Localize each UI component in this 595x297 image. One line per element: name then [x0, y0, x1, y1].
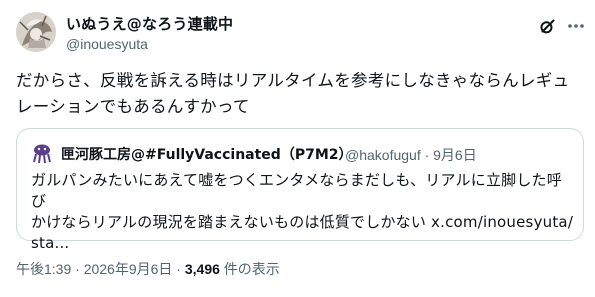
quoted-text-segment: かけならリアルの現況を踏まえないものは低質でしかない: [31, 213, 432, 231]
author-avatar[interactable]: [16, 12, 56, 52]
tweet-card: いぬうえ@なろう連載中 @inouesyuta だからさ、反戦を訴える時はリアル…: [0, 0, 595, 297]
tweet-text-line: レーションでもあるんすかって: [16, 97, 250, 116]
tweet-meta: 午後1:39 · 2026年9月6日 · 3,496 件の表示: [16, 259, 280, 279]
quoted-author-name[interactable]: 匣河豚工房@#FullyVaccinated（P7M2）: [61, 144, 353, 164]
quoted-author-handle[interactable]: @hakofuguf · 9月6日: [345, 145, 477, 165]
timestamp[interactable]: 午後1:39 · 2026年9月6日 ·: [16, 261, 185, 277]
quoted-tweet[interactable]: 匣河豚工房@#FullyVaccinated（P7M2） @hakofuguf …: [16, 128, 584, 252]
quoted-author-avatar[interactable]: [31, 142, 53, 164]
quoted-tweet-text: ガルパンみたいにあえて嘘をつくエンタメならまだしも、リアルに立脚した呼び かけな…: [31, 170, 576, 254]
quoted-text-line: かけならリアルの現況を踏まえないものは低質でしかない x.com/inouesy…: [31, 212, 576, 233]
tweet-text-line: だからさ、反戦を訴える時はリアルタイムを参考にしなきゃならんレギュ: [16, 71, 570, 90]
more-options-icon[interactable]: [566, 18, 586, 34]
quoted-text-line: ガルパンみたいにあえて嘘をつくエンタメならまだしも、リアルに立脚した呼び: [31, 171, 562, 210]
quoted-text-line: sta...: [31, 234, 70, 252]
author-display-name[interactable]: いぬうえ@なろう連載中: [66, 13, 233, 34]
quoted-link[interactable]: x.com/inouesyuta/: [431, 213, 573, 231]
grok-icon[interactable]: [538, 16, 558, 36]
author-handle[interactable]: @inouesyuta: [66, 36, 148, 52]
view-count: 3,496: [184, 261, 220, 277]
view-count-label: 件の表示: [219, 261, 280, 277]
tweet-text: だからさ、反戦を訴える時はリアルタイムを参考にしなきゃならんレギュ レーションで…: [16, 68, 586, 120]
